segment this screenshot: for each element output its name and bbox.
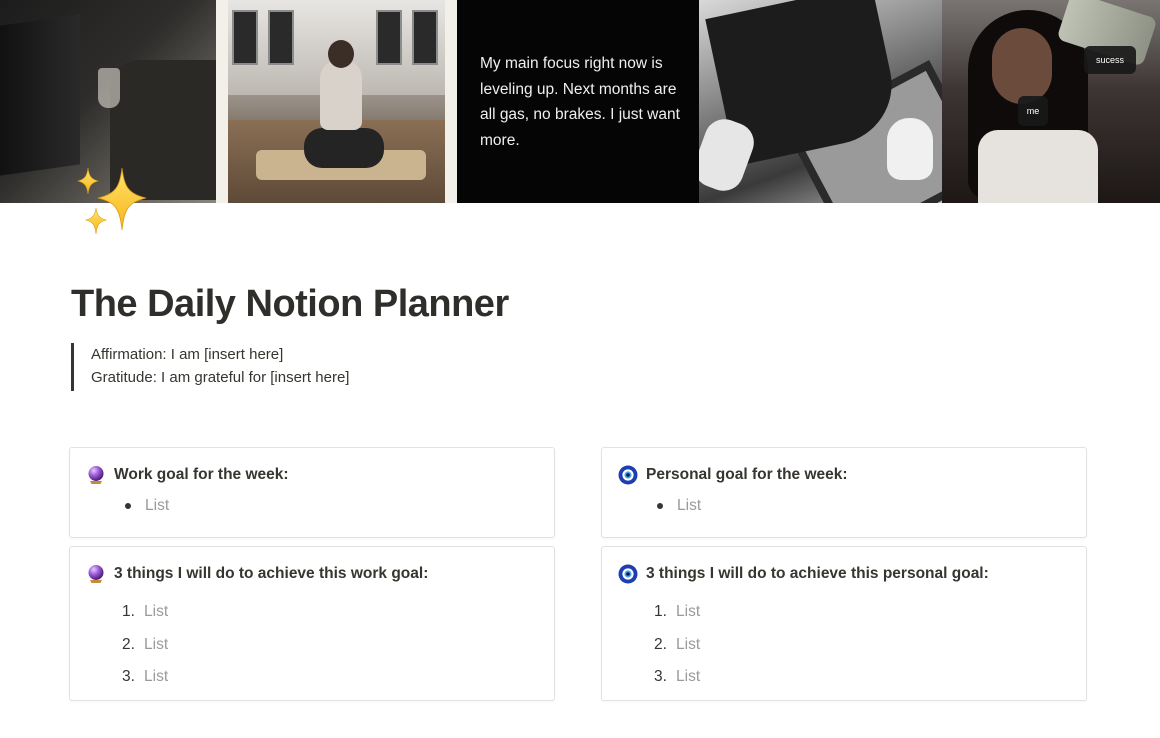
personal-goal-card[interactable]: Personal goal for the week: List bbox=[601, 447, 1087, 538]
work-steps-card[interactable]: 3 things I will do to achieve this work … bbox=[69, 546, 555, 701]
gym-mirror bbox=[232, 10, 258, 65]
cover-chip-me: me bbox=[1018, 96, 1048, 126]
cover-chip-success: sucess bbox=[1084, 46, 1136, 74]
laptop-shape bbox=[0, 14, 80, 176]
work-goal-heading: Work goal for the week: bbox=[114, 466, 289, 483]
cover-image[interactable]: My main focus right now is leveling up. … bbox=[0, 0, 1160, 203]
sneaker-shape bbox=[887, 118, 933, 180]
list-item[interactable]: 1. List bbox=[654, 596, 700, 629]
gym-mirror bbox=[412, 10, 438, 65]
list-number: 1. bbox=[122, 603, 135, 621]
gym-mirror bbox=[376, 10, 402, 65]
sparkles-icon[interactable] bbox=[76, 164, 150, 240]
cover-photo-cash: sucess me bbox=[942, 0, 1160, 203]
card-header: Work goal for the week: bbox=[86, 465, 289, 485]
list-item-text[interactable]: List bbox=[144, 603, 168, 621]
list-item[interactable]: 2. List bbox=[654, 629, 700, 662]
crystal-ball-icon bbox=[86, 465, 106, 485]
list-number: 1. bbox=[654, 603, 667, 621]
list-item[interactable]: 2. List bbox=[122, 629, 168, 662]
bullet-dot bbox=[125, 503, 131, 509]
numbered-list: 1. List 2. List 3. List bbox=[122, 596, 168, 694]
numbered-list: 1. List 2. List 3. List bbox=[654, 596, 700, 694]
page-title[interactable]: The Daily Notion Planner bbox=[71, 283, 509, 326]
top-shape bbox=[978, 130, 1098, 203]
nazar-amulet-icon bbox=[618, 465, 638, 485]
wine-glass-shape bbox=[98, 68, 120, 108]
personal-steps-heading: 3 things I will do to achieve this perso… bbox=[646, 565, 989, 582]
list-item[interactable]: List bbox=[657, 497, 701, 515]
list-item[interactable]: List bbox=[125, 497, 169, 515]
list-item-text[interactable]: List bbox=[676, 668, 700, 686]
personal-steps-card[interactable]: 3 things I will do to achieve this perso… bbox=[601, 546, 1087, 701]
list-item-text[interactable]: List bbox=[144, 636, 168, 654]
list-item-text[interactable]: List bbox=[676, 636, 700, 654]
list-number: 3. bbox=[122, 668, 135, 686]
list-item-text[interactable]: List bbox=[677, 497, 701, 515]
list-number: 2. bbox=[122, 635, 135, 653]
list-item[interactable]: 3. List bbox=[122, 661, 168, 694]
cover-photo-gym bbox=[216, 0, 457, 203]
person-body bbox=[320, 60, 362, 130]
list-number: 2. bbox=[654, 635, 667, 653]
bullet-dot bbox=[657, 503, 663, 509]
list-item-text[interactable]: List bbox=[145, 497, 169, 515]
work-steps-heading: 3 things I will do to achieve this work … bbox=[114, 565, 429, 582]
nazar-amulet-icon bbox=[618, 564, 638, 584]
gym-frame bbox=[445, 0, 457, 203]
affirmation-quote-block[interactable]: Affirmation: I am [insert here] Gratitud… bbox=[71, 343, 349, 391]
card-header: 3 things I will do to achieve this work … bbox=[86, 564, 428, 584]
personal-goal-heading: Personal goal for the week: bbox=[646, 466, 848, 483]
affirmation-text: Affirmation: I am [insert here] bbox=[91, 346, 284, 363]
list-item-text[interactable]: List bbox=[144, 668, 168, 686]
gym-frame bbox=[216, 0, 228, 203]
card-header: Personal goal for the week: bbox=[618, 465, 848, 485]
gym-mirror bbox=[268, 10, 294, 65]
cover-quote-panel: My main focus right now is leveling up. … bbox=[457, 0, 699, 203]
cover-photo-sneakers bbox=[699, 0, 942, 203]
gratitude-text: Gratitude: I am grateful for [insert her… bbox=[91, 369, 350, 386]
work-goal-card[interactable]: Work goal for the week: List bbox=[69, 447, 555, 538]
cover-quote-text: My main focus right now is leveling up. … bbox=[480, 55, 680, 149]
list-number: 3. bbox=[654, 668, 667, 686]
person-legs bbox=[304, 128, 384, 168]
list-item[interactable]: 1. List bbox=[122, 596, 168, 629]
face-shape bbox=[992, 28, 1052, 104]
person-head bbox=[328, 40, 354, 68]
crystal-ball-icon bbox=[86, 564, 106, 584]
list-item[interactable]: 3. List bbox=[654, 661, 700, 694]
list-item-text[interactable]: List bbox=[676, 603, 700, 621]
card-header: 3 things I will do to achieve this perso… bbox=[618, 564, 989, 584]
